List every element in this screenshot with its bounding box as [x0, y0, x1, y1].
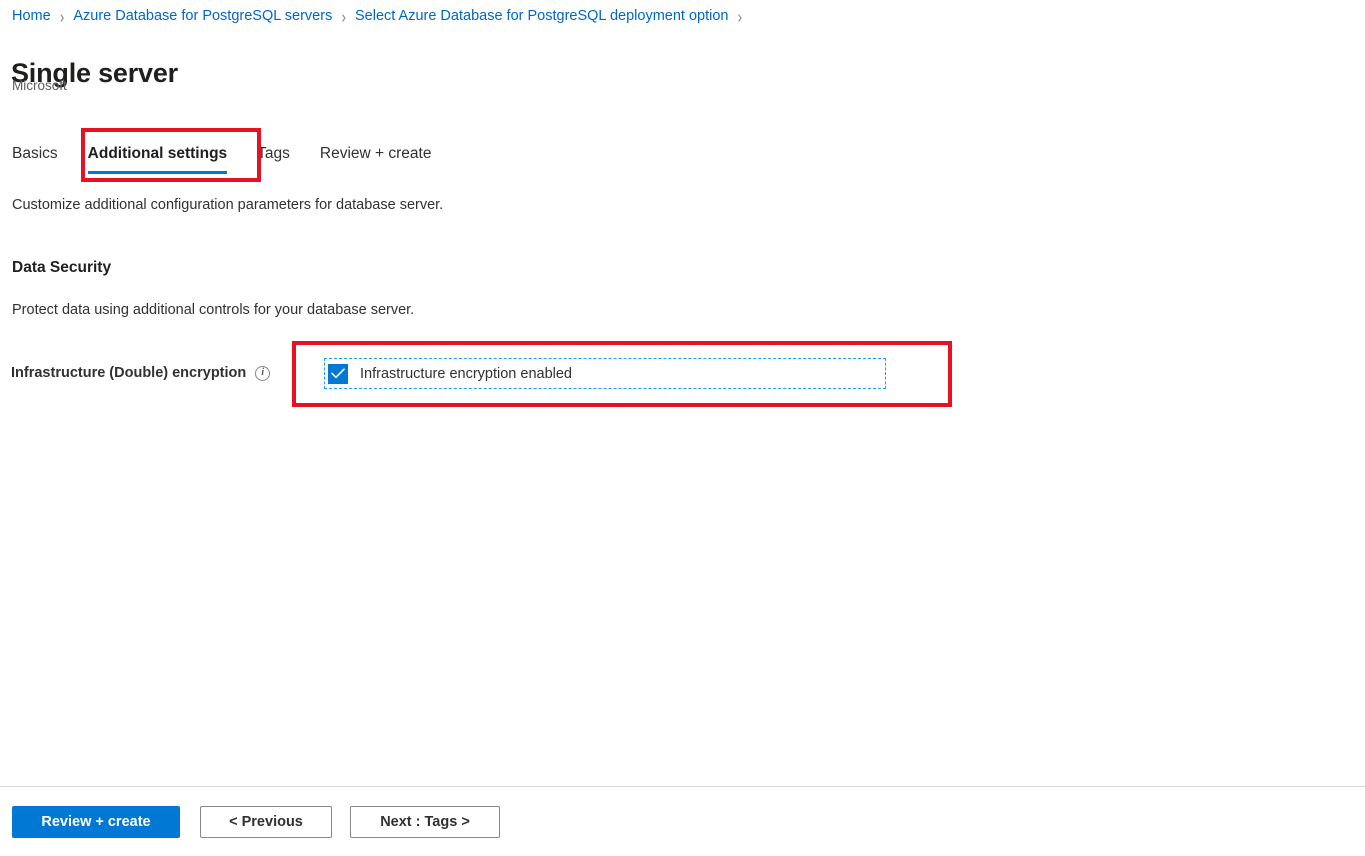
tab-list: Basics Additional settings Tags Review +… [12, 140, 461, 174]
footer-actions: Review + create < Previous Next : Tags > [12, 806, 500, 838]
field-label-infrastructure-encryption: Infrastructure (Double) encryption i [11, 363, 271, 383]
tab-review-create[interactable]: Review + create [320, 143, 432, 174]
tab-basics[interactable]: Basics [12, 143, 58, 174]
breadcrumb: Home › Azure Database for PostgreSQL ser… [12, 4, 751, 28]
previous-button[interactable]: < Previous [200, 806, 332, 838]
tab-description: Customize additional configuration param… [12, 197, 444, 213]
breadcrumb-item-deployment-option[interactable]: Select Azure Database for PostgreSQL dep… [355, 8, 728, 24]
field-label-text: Infrastructure (Double) encryption [11, 365, 247, 381]
breadcrumb-item-home[interactable]: Home [12, 8, 51, 24]
breadcrumb-item-postgresql-servers[interactable]: Azure Database for PostgreSQL servers [73, 8, 332, 24]
chevron-right-icon: › [341, 6, 346, 26]
footer-divider [0, 786, 1365, 787]
checkbox-checked-icon[interactable] [328, 363, 348, 384]
checkbox-label: Infrastructure encryption enabled [360, 365, 572, 382]
section-heading-data-security: Data Security [12, 259, 112, 276]
infrastructure-encryption-checkbox[interactable]: Infrastructure encryption enabled [324, 358, 886, 389]
review-create-button[interactable]: Review + create [12, 806, 180, 838]
tab-additional-settings[interactable]: Additional settings [87, 143, 227, 174]
page-publisher: Microsoft [12, 78, 67, 93]
chevron-right-icon: › [59, 6, 65, 26]
tab-tags[interactable]: Tags [257, 143, 290, 174]
next-tags-button[interactable]: Next : Tags > [350, 806, 500, 838]
chevron-right-icon: › [737, 6, 743, 26]
section-description: Protect data using additional controls f… [12, 302, 415, 318]
info-icon[interactable]: i [255, 365, 271, 381]
